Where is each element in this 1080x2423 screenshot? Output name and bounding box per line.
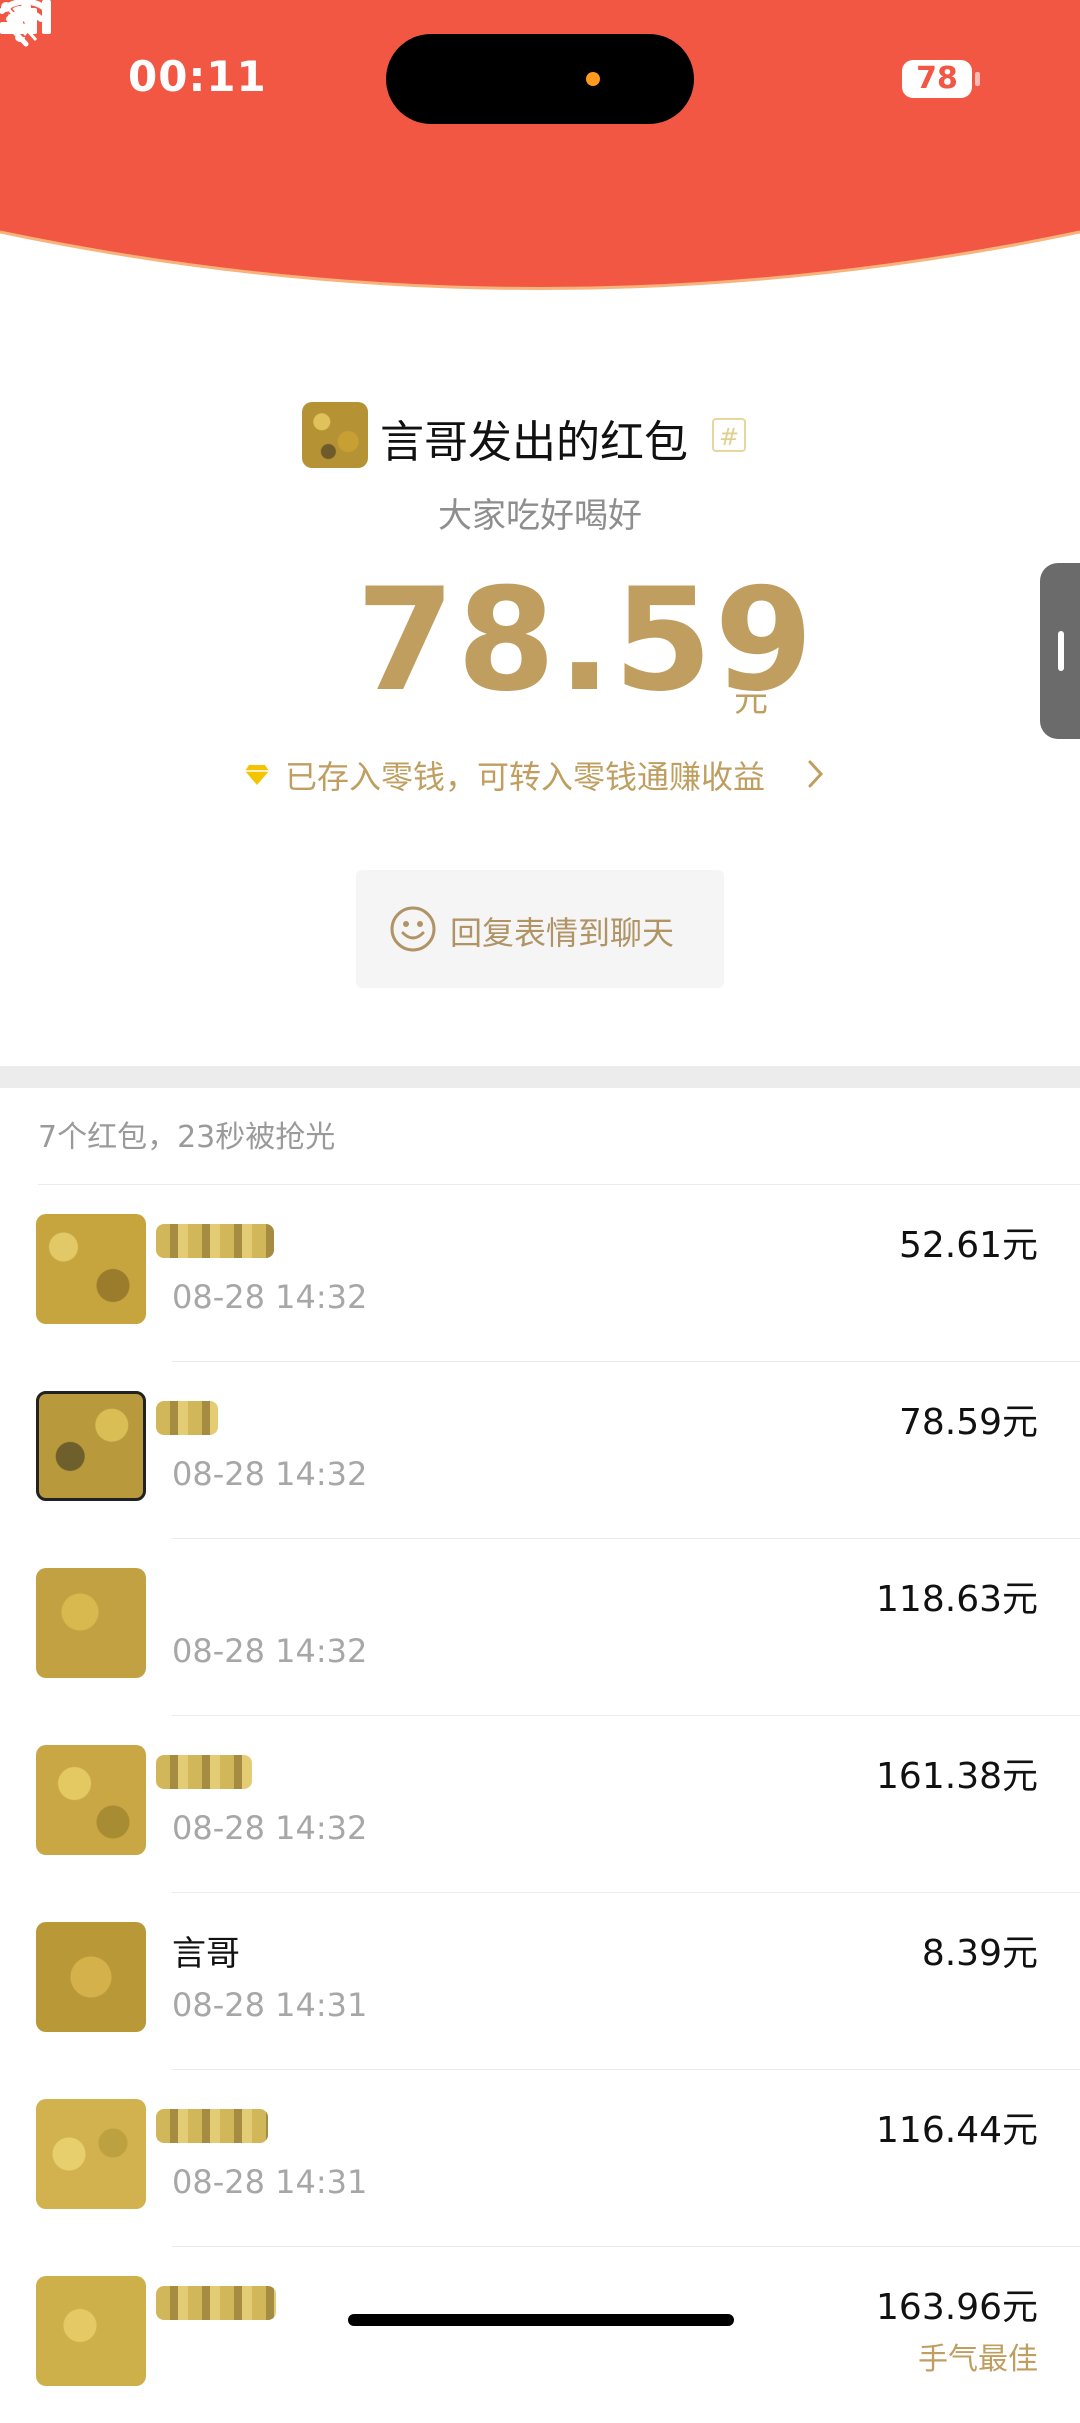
avatar[interactable] (36, 1214, 146, 1324)
greeting-text: 大家吃好喝好 (438, 496, 642, 536)
claim-time: 08-28 14:31 (172, 1986, 368, 2024)
home-indicator[interactable] (348, 2314, 734, 2326)
privacy-dot (586, 72, 600, 86)
packet-summary: 7个红包，23秒被抢光 (38, 1120, 336, 1155)
avatar[interactable] (36, 1922, 146, 2032)
avatar[interactable] (36, 2276, 146, 2386)
sender-avatar (302, 402, 368, 468)
battery-level: 78 (902, 60, 972, 98)
list-item[interactable]: 言哥 08-28 14:31 8.39元 (0, 1892, 1080, 2069)
name-redacted (156, 1401, 218, 1435)
dynamic-island (386, 34, 694, 124)
claim-time: 08-28 14:32 (172, 1455, 368, 1493)
row-divider (172, 2069, 1080, 2070)
claim-amount: 118.63元 (876, 1579, 1038, 1620)
row-divider (38, 1184, 1080, 1185)
claimer-name: 言哥 (172, 1934, 240, 1974)
reply-sticker-button[interactable]: 回复表情到聊天 (356, 870, 724, 988)
row-divider (172, 1892, 1080, 1893)
reply-sticker-label: 回复表情到聊天 (450, 914, 675, 952)
claim-time: 08-28 14:31 (172, 2163, 368, 2201)
section-divider (0, 1066, 1080, 1088)
avatar[interactable] (36, 1391, 146, 1501)
claim-time: 08-28 14:32 (172, 1632, 368, 1670)
list-item[interactable]: 08-28 14:31 116.44元 (0, 2069, 1080, 2246)
status-time: 00:11 (128, 52, 267, 101)
list-item[interactable]: 163.96元 手气最佳 (0, 2246, 1080, 2423)
claim-amount: 116.44元 (876, 2110, 1038, 2151)
sender-title: 言哥发出的红包 (380, 417, 688, 468)
battery-tip (975, 72, 980, 86)
claim-amount: 52.61元 (898, 1225, 1038, 1266)
list-item[interactable]: 08-28 14:32 52.61元 (0, 1184, 1080, 1361)
saved-to-change-text: 已存入零钱，可转入零钱通赚收益 (285, 758, 766, 796)
handle-bar (1058, 631, 1064, 671)
row-divider (172, 1361, 1080, 1362)
name-redacted (156, 1755, 252, 1789)
claim-amount: 163.96元 (876, 2287, 1038, 2328)
name-redacted (156, 2286, 276, 2320)
avatar[interactable] (36, 1745, 146, 1855)
chevron-right-icon (808, 760, 824, 788)
sender-row: 言哥发出的红包 # (0, 398, 1080, 478)
row-divider (172, 1538, 1080, 1539)
claim-amount: 8.39元 (921, 1933, 1038, 1974)
avatar[interactable] (36, 2099, 146, 2209)
row-divider (172, 1715, 1080, 1716)
smiley-icon (390, 906, 436, 952)
claim-time: 08-28 14:32 (172, 1278, 368, 1316)
amount-unit: 元 (734, 680, 768, 720)
name-redacted (156, 1224, 274, 1258)
more-icon[interactable] (0, 0, 52, 14)
floating-side-handle[interactable] (1040, 563, 1080, 739)
red-packet-header: 00:11 78 (0, 0, 1080, 330)
claim-amount: 161.38元 (876, 1756, 1038, 1797)
list-item[interactable]: 08-28 14:32 78.59元 (0, 1361, 1080, 1538)
change-link[interactable]: 已存入零钱，可转入零钱通赚收益 (0, 752, 1080, 802)
claim-amount: 78.59元 (898, 1402, 1038, 1443)
list-item[interactable]: 08-28 14:32 161.38元 (0, 1715, 1080, 1892)
name-redacted (156, 2109, 268, 2143)
diamond-icon (245, 765, 269, 785)
row-divider (172, 2246, 1080, 2247)
avatar[interactable] (36, 1568, 146, 1678)
hash-tag-icon: # (712, 418, 746, 452)
best-luck-tag: 手气最佳 (918, 2342, 1038, 2377)
claim-time: 08-28 14:32 (172, 1809, 368, 1847)
list-item[interactable]: 08-28 14:32 118.63元 (0, 1538, 1080, 1715)
